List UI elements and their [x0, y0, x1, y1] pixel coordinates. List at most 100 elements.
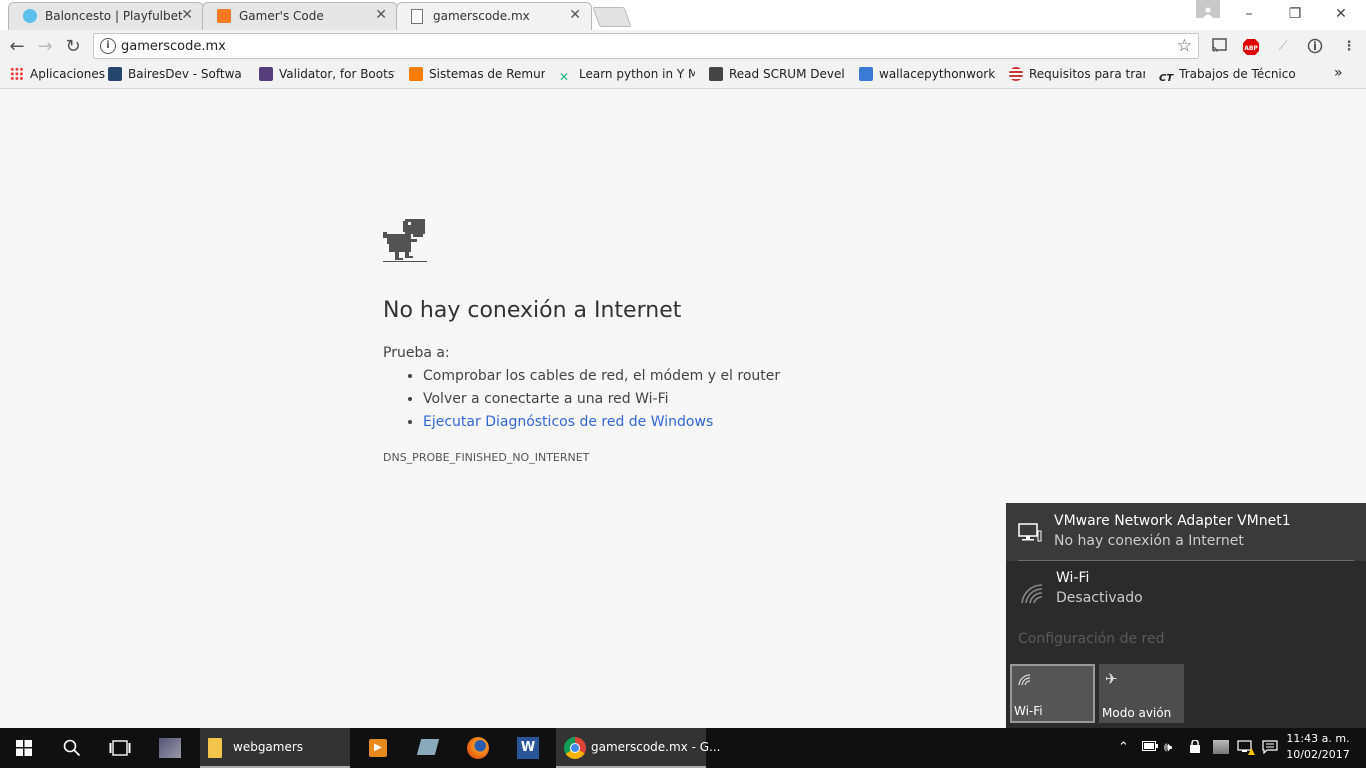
suggestion-item: Volver a conectarte a una red Wi-Fi: [423, 388, 780, 411]
close-tab-icon[interactable]: ✕: [181, 7, 193, 23]
bookmark-scrum[interactable]: Read SCRUM Develop: [709, 67, 845, 83]
ct-logo-icon: CT: [1159, 73, 1174, 83]
bookmark-wallace[interactable]: wallacepythonworksp: [859, 67, 995, 83]
browser-toolbar: ← → ↻ i gamerscode.mx ☆ ABP ⟋ ⋮: [0, 30, 1366, 62]
tray-app-icon[interactable]: [1213, 740, 1229, 758]
error-title: No hay conexión a Internet: [383, 298, 682, 323]
bookmark-bairesdev[interactable]: BairesDev - Software C: [108, 67, 242, 83]
tab-playfulbet[interactable]: Baloncesto | Playfulbet ✕: [8, 2, 204, 30]
restore-icon[interactable]: ❐: [1272, 0, 1318, 28]
taskbar-label: gamerscode.mx - G...: [591, 740, 721, 754]
taskbar-firefox[interactable]: [454, 728, 502, 768]
network-status: No hay conexión a Internet: [1054, 533, 1244, 549]
tab-title: Baloncesto | Playfulbet: [45, 9, 183, 23]
suggestion-item: Ejecutar Diagnósticos de red de Windows: [423, 411, 780, 434]
word-icon: W: [517, 737, 539, 759]
bookmark-star-icon[interactable]: ☆: [1177, 36, 1192, 56]
back-arrow-icon[interactable]: ←: [6, 36, 28, 58]
search-button[interactable]: [48, 728, 96, 768]
network-disconnected-icon[interactable]: [1237, 740, 1255, 760]
us-flag-icon: [1009, 67, 1023, 81]
playfulbet-icon: [23, 9, 37, 23]
xampp-icon: [217, 9, 231, 23]
notes-app-icon: [416, 739, 440, 755]
battery-icon[interactable]: [1142, 740, 1158, 755]
taskbar-folder-webgamers[interactable]: webgamers: [200, 728, 350, 768]
start-button[interactable]: [0, 728, 48, 768]
bootstrap-icon: [259, 67, 273, 81]
address-bar[interactable]: i gamerscode.mx ☆: [93, 33, 1199, 59]
dinosaur-icon[interactable]: [383, 219, 427, 267]
wifi-signal-icon: [1020, 583, 1044, 609]
taskbar-chrome[interactable]: gamerscode.mx - G...: [556, 728, 720, 768]
more-bookmarks-icon[interactable]: »: [1334, 65, 1343, 81]
user-profile-icon[interactable]: [1196, 0, 1220, 18]
taskbar-app-thumbnail[interactable]: [146, 728, 194, 768]
media-player-icon: ▶: [369, 739, 387, 757]
run-diagnostics-link[interactable]: Ejecutar Diagnósticos de red de Windows: [423, 414, 713, 430]
svg-text:ABP: ABP: [1244, 45, 1258, 52]
ethernet-computer-icon: [1018, 523, 1042, 547]
book-icon: [709, 67, 723, 81]
app-thumbnail-icon: [159, 738, 181, 758]
task-view-button[interactable]: [96, 728, 144, 768]
bookmark-validator[interactable]: Validator, for Bootstra: [259, 67, 395, 83]
network-flyout: VMware Network Adapter VMnet1 No hay con…: [1006, 503, 1366, 728]
chrome-menu-icon[interactable]: ⋮: [1340, 38, 1358, 56]
close-tab-icon[interactable]: ✕: [375, 7, 387, 23]
bookmark-apps[interactable]: Aplicaciones: [10, 67, 105, 83]
reload-icon[interactable]: ↻: [62, 36, 84, 58]
network-item-vmware[interactable]: VMware Network Adapter VMnet1 No hay con…: [1006, 503, 1366, 561]
minimize-icon[interactable]: –: [1226, 0, 1272, 28]
page-icon: [411, 9, 423, 24]
bookmark-trabajos[interactable]: CTTrabajos de Técnico sc: [1159, 67, 1297, 83]
bookmark-requisitos[interactable]: Requisitos para tramit: [1009, 67, 1145, 83]
taskbar: webgamers ▶ W gamerscode.mx - G... ⌃ 🕪 1…: [0, 728, 1366, 768]
new-tab-button[interactable]: [592, 7, 632, 27]
airplane-icon: ✈: [1105, 670, 1118, 688]
url-text: gamerscode.mx: [121, 39, 226, 54]
taskbar-notes-app[interactable]: [404, 728, 452, 768]
folder-icon: [208, 738, 222, 758]
firefox-icon: [467, 737, 489, 759]
airplane-mode-button[interactable]: ✈ Modo avión: [1099, 664, 1184, 723]
clock-time: 11:43 a. m.: [1286, 732, 1350, 745]
taskbar-word[interactable]: W: [504, 728, 552, 768]
network-status: Desactivado: [1056, 590, 1143, 606]
taskbar-label: webgamers: [233, 740, 304, 754]
network-name: VMware Network Adapter VMnet1: [1054, 513, 1291, 529]
wifi-toggle-button[interactable]: Wi-Fi: [1010, 664, 1095, 723]
close-tab-icon[interactable]: ✕: [569, 7, 581, 23]
cast-icon[interactable]: [1210, 38, 1228, 56]
suggestion-item: Comprobar los cables de red, el módem y …: [423, 365, 780, 388]
tab-gamerscode-mx[interactable]: gamerscode.mx ✕: [396, 2, 592, 30]
close-window-icon[interactable]: ✕: [1318, 0, 1364, 28]
clock[interactable]: 11:43 a. m. 10/02/2017: [1286, 731, 1350, 763]
learnxinyminutes-icon: ✕: [559, 70, 570, 83]
network-settings-link[interactable]: Configuración de red: [1018, 631, 1165, 647]
bookmark-sistemas[interactable]: Sistemas de Remuner: [409, 67, 545, 83]
tab-strip: Baloncesto | Playfulbet ✕ Gamer's Code ✕…: [0, 0, 1366, 30]
airplane-mode-label: Modo avión: [1102, 706, 1172, 720]
divider: [1018, 560, 1354, 561]
blogger-icon: [409, 67, 423, 81]
bookmark-learn-python[interactable]: ✕Learn python in Y Min: [559, 67, 695, 83]
try-label: Prueba a:: [383, 345, 450, 361]
volume-icon[interactable]: 🕪: [1164, 740, 1172, 755]
lock-icon[interactable]: [1190, 739, 1200, 757]
wifi-icon: [1018, 672, 1032, 690]
show-hidden-icons[interactable]: ⌃: [1118, 740, 1129, 755]
taskbar-media-player[interactable]: ▶: [354, 728, 402, 768]
apps-grid-icon: [10, 67, 24, 81]
info-icon[interactable]: i: [100, 38, 116, 54]
tab-title: Gamer's Code: [239, 9, 324, 23]
image-icon: [859, 67, 873, 81]
extension-info-icon[interactable]: [1306, 38, 1324, 56]
adblock-icon[interactable]: ABP: [1242, 38, 1260, 56]
suggestion-list: Comprobar los cables de red, el módem y …: [383, 365, 780, 434]
action-center-icon[interactable]: [1262, 740, 1278, 758]
pdf-extension-icon[interactable]: ⟋: [1274, 38, 1292, 56]
forward-arrow-icon[interactable]: →: [34, 36, 56, 58]
tab-gamers-code[interactable]: Gamer's Code ✕: [202, 2, 398, 30]
error-code: DNS_PROBE_FINISHED_NO_INTERNET: [383, 451, 590, 464]
